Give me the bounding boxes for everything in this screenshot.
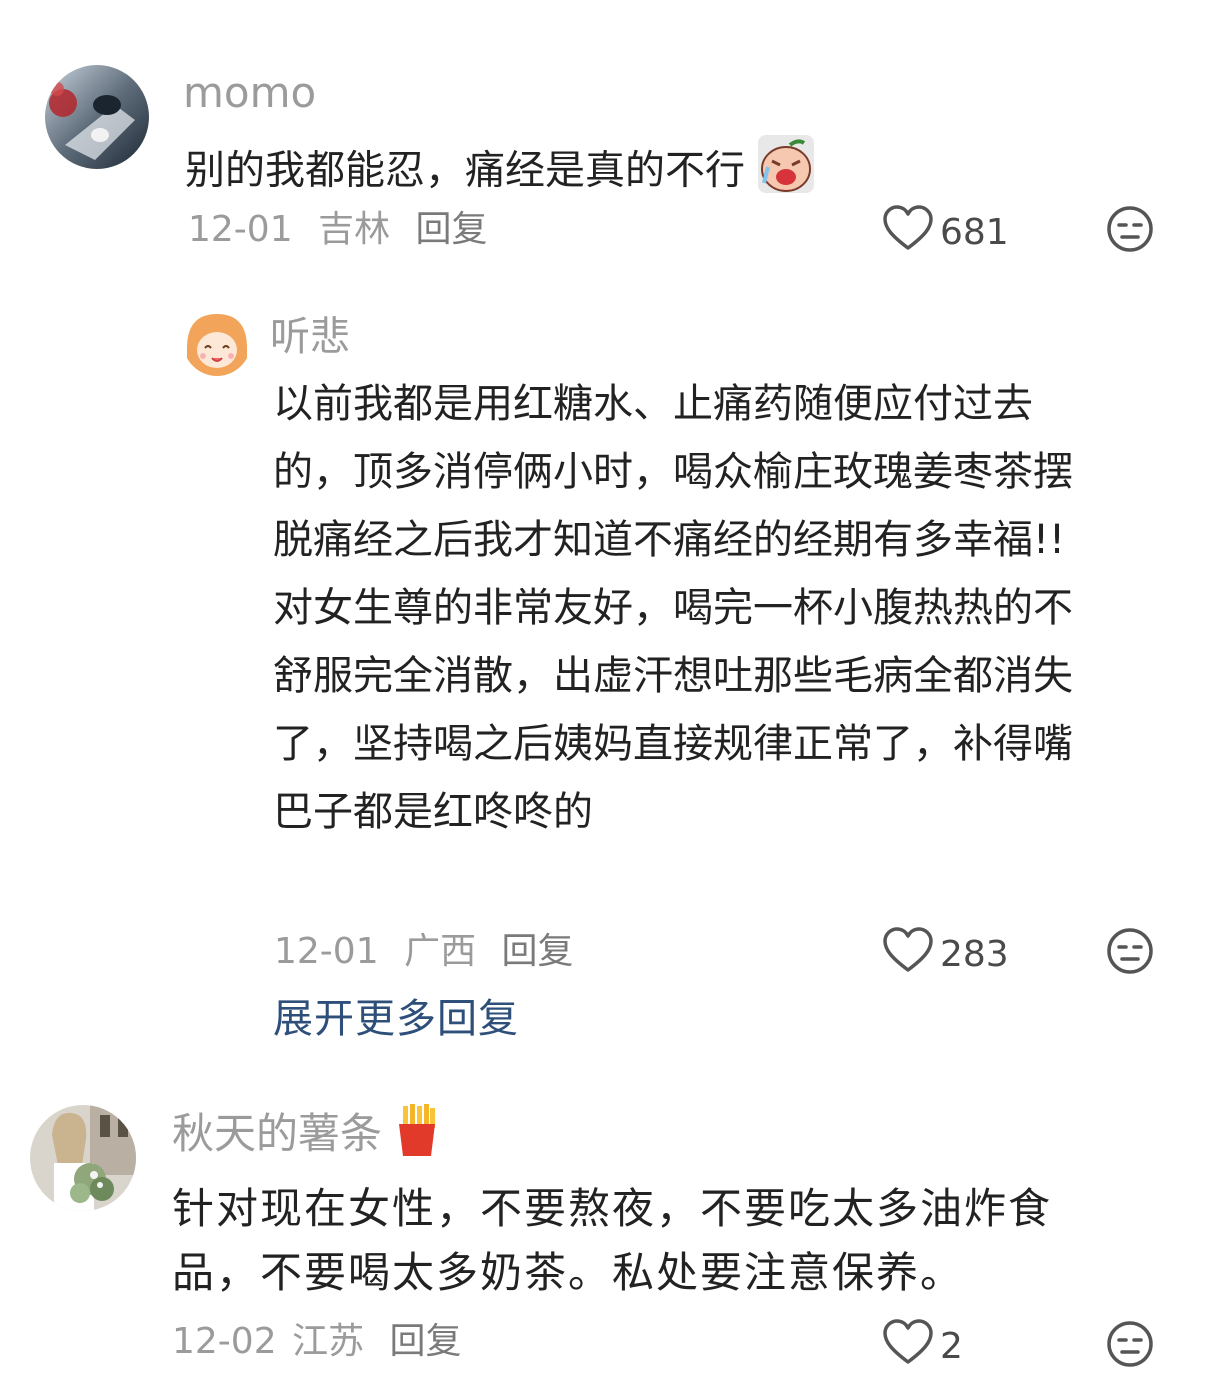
like-count: 2 [940,1326,963,1367]
comment-meta: 12-01 吉林 回复 [188,208,488,252]
dislike-face-icon [1107,928,1153,974]
comment-meta: 12-01 广西 回复 [274,930,574,974]
comment-text: 针对现在女性，不要熬夜，不要吃太多油炸食品，不要喝太多奶茶。私处要注意保养。 [172,1184,1053,1297]
dislike-button[interactable] [1106,205,1154,253]
comment-location: 江苏 [292,1321,365,1362]
comment-location: 吉林 [318,209,391,250]
comment-location: 广西 [404,931,477,972]
like-count: 681 [940,212,1009,253]
username[interactable]: 听悲 [270,312,350,362]
expand-more-replies-link[interactable]: 展开更多回复 [273,994,519,1044]
avatar[interactable] [30,1105,136,1211]
username[interactable]: momo [183,68,316,118]
avatar[interactable] [183,308,251,376]
comment-date: 12-02 [172,1321,277,1362]
comment-text-content: 别的我都能忍，痛经是真的不行 [185,147,745,194]
like-button[interactable]: 283 [882,926,1009,983]
comment-meta: 12-02 江苏 回复 [172,1320,462,1364]
crying-face-emoji [757,135,814,210]
like-button[interactable]: 681 [882,204,1009,261]
fries-emoji [395,1104,439,1169]
comment-text: 以前我都是用红糖水、止痛药随便应付过去的，顶多消停俩小时，喝众榆庄玫瑰姜枣茶摆脱… [273,381,1073,835]
reply-button[interactable]: 回复 [390,1320,462,1364]
comment-text: 别的我都能忍，痛经是真的不行 [185,135,814,210]
like-button[interactable]: 2 [882,1318,963,1375]
reply-button[interactable]: 回复 [416,208,488,252]
heart-icon [882,926,940,983]
heart-icon [882,1318,940,1375]
comment-date: 12-01 [188,209,293,250]
dislike-face-icon [1107,206,1153,252]
heart-icon [882,204,940,261]
username-text: 秋天的薯条 [172,1109,383,1158]
reply-button[interactable]: 回复 [502,930,574,974]
dislike-face-icon [1107,1321,1153,1367]
username[interactable]: 秋天的薯条 [172,1104,439,1169]
avatar[interactable] [45,65,149,169]
dislike-button[interactable] [1106,927,1154,975]
like-count: 283 [940,934,1009,975]
dislike-button[interactable] [1106,1320,1154,1368]
comment-date: 12-01 [274,931,379,972]
